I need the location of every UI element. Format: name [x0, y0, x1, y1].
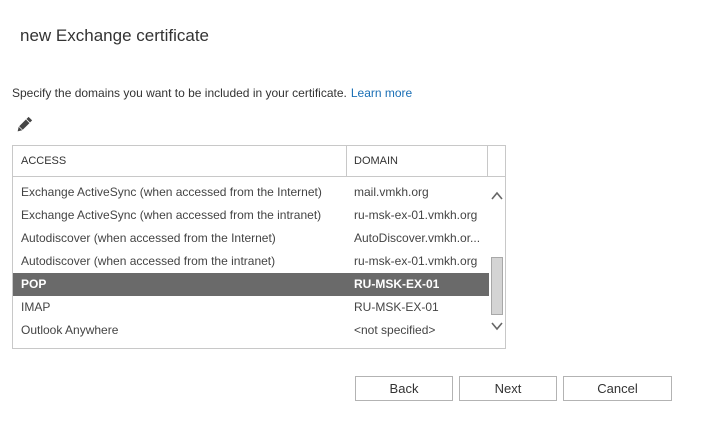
row-access: Outlook Anywhere	[21, 323, 119, 337]
scroll-up-button[interactable]	[490, 189, 504, 203]
table-row[interactable]: Autodiscover (when accessed from the Int…	[13, 227, 489, 250]
row-access: Exchange ActiveSync (when accessed from …	[21, 208, 322, 222]
column-header-access[interactable]: ACCESS	[13, 146, 347, 176]
chevron-up-icon	[491, 191, 503, 200]
grid-rows: Exchange ActiveSync (when accessed from …	[13, 181, 489, 342]
edit-button[interactable]	[13, 114, 35, 136]
table-row-selected[interactable]: POP RU-MSK-EX-01	[13, 273, 489, 296]
column-header-domain[interactable]: DOMAIN	[347, 146, 488, 176]
row-access: POP	[21, 277, 47, 291]
scroll-thumb[interactable]	[491, 257, 503, 315]
chevron-down-icon	[491, 322, 503, 331]
scroll-down-button[interactable]	[490, 319, 504, 333]
row-domain: ru-msk-ex-01.vmkh.org	[354, 208, 478, 222]
next-button[interactable]: Next	[459, 376, 557, 401]
instructions-text: Specify the domains you want to be inclu…	[12, 86, 412, 100]
learn-more-link[interactable]: Learn more	[351, 86, 412, 100]
instructions-label: Specify the domains you want to be inclu…	[12, 86, 347, 100]
table-row[interactable]: Exchange ActiveSync (when accessed from …	[13, 181, 489, 204]
row-domain: RU-MSK-EX-01	[354, 277, 440, 291]
table-row[interactable]: IMAP RU-MSK-EX-01	[13, 296, 489, 319]
cancel-button[interactable]: Cancel	[563, 376, 672, 401]
table-row[interactable]: Autodiscover (when accessed from the int…	[13, 250, 489, 273]
back-button[interactable]: Back	[355, 376, 453, 401]
pencil-icon	[17, 116, 33, 132]
vertical-scrollbar[interactable]	[489, 177, 505, 348]
table-row[interactable]: Exchange ActiveSync (when accessed from …	[13, 204, 489, 227]
row-access: IMAP	[21, 300, 51, 314]
row-domain: AutoDiscover.vmkh.or...	[354, 231, 481, 245]
row-access: Autodiscover (when accessed from the Int…	[21, 231, 276, 245]
row-domain: ru-msk-ex-01.vmkh.org	[354, 254, 478, 268]
dialog-title: new Exchange certificate	[20, 26, 209, 45]
row-access: Exchange ActiveSync (when accessed from …	[21, 185, 322, 199]
grid-header: ACCESS DOMAIN	[13, 146, 505, 177]
row-domain: RU-MSK-EX-01	[354, 300, 439, 314]
row-domain: <not specified>	[354, 323, 436, 337]
row-access: Autodiscover (when accessed from the int…	[21, 254, 276, 268]
row-domain: mail.vmkh.org	[354, 185, 429, 199]
table-row[interactable]: Outlook Anywhere <not specified>	[13, 319, 489, 342]
domains-grid: ACCESS DOMAIN Exchange ActiveSync (when …	[12, 145, 506, 349]
